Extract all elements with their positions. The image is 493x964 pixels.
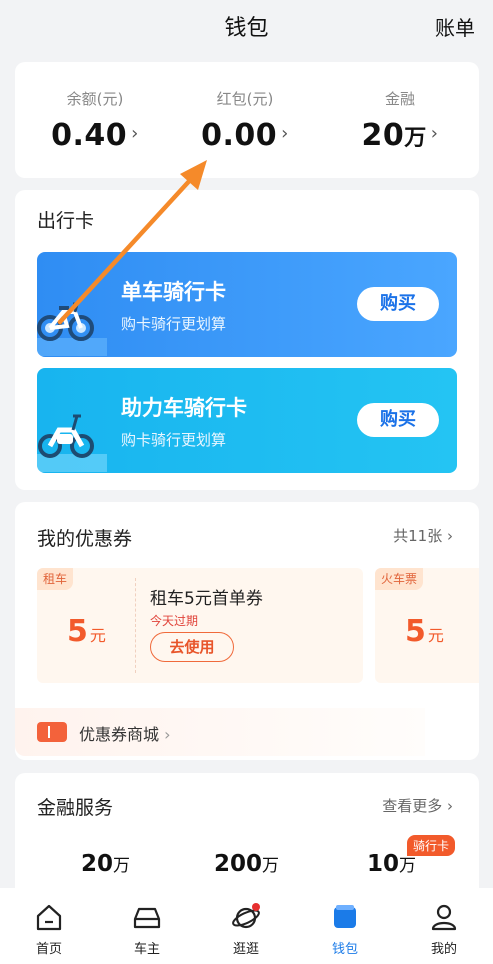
coupon-item[interactable]: 火车票 5元 [375, 568, 479, 683]
use-coupon-button[interactable]: 去使用 [150, 632, 234, 662]
red-packet-label: 红包(元) [216, 90, 274, 108]
home-icon [36, 904, 62, 931]
page-title: 钱包 [224, 16, 269, 41]
finance-value[interactable]: 200万 [214, 851, 279, 877]
chevron-right-icon: › [447, 527, 453, 545]
coupon-section: 我的优惠券 共11张 › 租车 5元 租车5元首单券 今天过期 去使用 火车票 … [15, 502, 479, 760]
section-title: 金融服务 [37, 797, 114, 819]
chevron-right-icon: › [430, 123, 439, 144]
finance-value: 20万 › [361, 118, 439, 153]
chevron-right-icon: › [131, 123, 139, 144]
tab-label: 车主 [133, 942, 160, 957]
tab-home[interactable]: 首页 [0, 888, 98, 964]
red-packet-value: 0.00 › [201, 118, 289, 153]
ticket-icon [37, 722, 67, 742]
balance-value: 0.40 › [51, 118, 139, 153]
section-title: 出行卡 [37, 210, 95, 232]
tab-label: 首页 [35, 942, 62, 957]
coupon-mall-link[interactable]: 优惠券商城 › [15, 708, 425, 756]
header: 钱包 账单 [0, 0, 493, 52]
tab-label: 逛逛 [232, 942, 259, 957]
tab-explore[interactable]: 逛逛 [197, 888, 295, 964]
bicycle-icon [37, 302, 107, 356]
buy-button[interactable]: 购买 [357, 287, 439, 321]
ebike-ride-card[interactable]: 助力车骑行卡 购卡骑行更划算 购买 [37, 368, 457, 473]
bottom-tab-bar: 首页 车主 逛逛 钱包 我的 [0, 888, 493, 964]
card-subtitle: 购卡骑行更划算 [121, 431, 227, 449]
coupon-tag: 租车 [37, 568, 74, 590]
coupon-expiry: 今天过期 [150, 614, 199, 628]
chevron-right-icon: › [281, 123, 289, 144]
tab-me[interactable]: 我的 [395, 888, 493, 964]
coupon-count-link[interactable]: 共11张 › [393, 525, 453, 546]
coupon-name: 租车5元首单券 [150, 589, 263, 609]
red-packet-item[interactable]: 红包(元) 0.00 › [165, 62, 325, 178]
tab-owner[interactable]: 车主 [98, 888, 196, 964]
section-title: 我的优惠券 [37, 528, 133, 550]
coupon-mall-label: 优惠券商城 › [79, 725, 171, 744]
planet-icon [232, 903, 260, 929]
finance-value[interactable]: 20万 [81, 851, 130, 877]
tab-wallet[interactable]: 钱包 [296, 888, 394, 964]
coupon-item[interactable]: 租车 5元 租车5元首单券 今天过期 去使用 [37, 568, 363, 683]
ride-card-badge: 骑行卡 [407, 835, 456, 856]
card-name: 助力车骑行卡 [121, 396, 247, 420]
card-name: 单车骑行卡 [121, 280, 226, 304]
ebike-icon [37, 414, 107, 472]
balance-item[interactable]: 余额(元) 0.40 › [15, 62, 175, 178]
coupon-tag: 火车票 [375, 568, 424, 590]
chevron-right-icon: › [164, 725, 171, 744]
card-subtitle: 购卡骑行更划算 [121, 315, 227, 333]
travel-card-section: 出行卡 单车骑行卡 购卡骑行更划算 购买 助力车骑行卡 购卡骑行更划算 购买 [15, 190, 479, 490]
buy-button[interactable]: 购买 [357, 403, 439, 437]
tab-label: 钱包 [331, 942, 358, 957]
bill-button[interactable]: 账单 [435, 12, 475, 41]
wallet-icon [334, 905, 356, 928]
user-icon [431, 904, 457, 931]
tab-label: 我的 [430, 942, 457, 957]
car-icon [133, 907, 161, 929]
finance-section: 金融服务 查看更多 › 20万 200万 10万 骑行卡 [15, 773, 479, 903]
finance-label: 金融 [384, 90, 415, 108]
balance-card: 余额(元) 0.40 › 红包(元) 0.00 › 金融 20万 › [15, 62, 479, 178]
finance-item[interactable]: 金融 20万 › [320, 62, 480, 178]
view-more-link[interactable]: 查看更多 › [382, 795, 453, 816]
balance-label: 余额(元) [66, 90, 124, 108]
bike-ride-card[interactable]: 单车骑行卡 购卡骑行更划算 购买 [37, 252, 457, 357]
coupon-amount: 5元 [67, 614, 106, 649]
chevron-right-icon: › [447, 797, 453, 815]
coupon-amount: 5元 [405, 614, 444, 649]
coupon-divider [135, 578, 136, 673]
